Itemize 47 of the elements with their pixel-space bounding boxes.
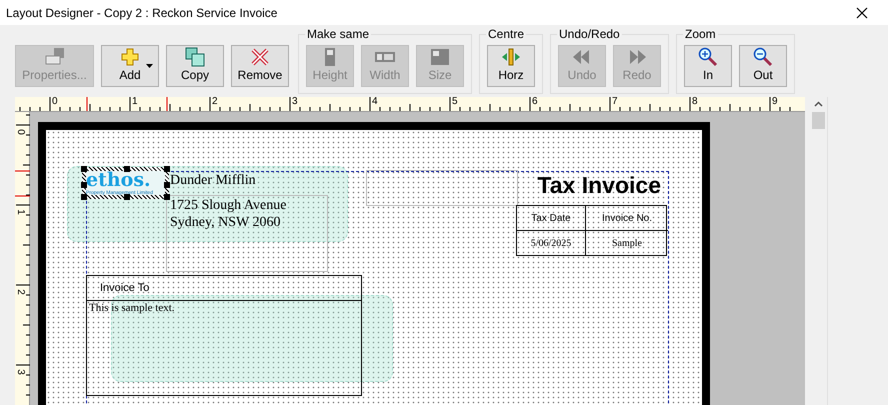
table-cell: 5/06/2025 xyxy=(517,231,586,255)
close-icon[interactable] xyxy=(856,6,868,18)
field-outline[interactable] xyxy=(166,195,328,272)
remove-button[interactable]: Remove xyxy=(231,45,289,87)
ruler-label: 1 xyxy=(15,208,25,216)
group-title: Centre xyxy=(486,27,526,41)
ruler-label: 1 xyxy=(132,97,138,107)
ruler-label: 0 xyxy=(52,97,58,107)
ruler-label: 0 xyxy=(15,128,25,136)
table-header: Tax Date xyxy=(517,206,586,231)
ruler-label: 8 xyxy=(692,97,698,107)
square-block-icon xyxy=(430,46,450,68)
ruler-label: 6 xyxy=(532,97,538,107)
table-cell-text: Sample xyxy=(611,236,643,250)
sample-text: This is sample text. xyxy=(89,302,175,315)
document-title: Tax Invoice xyxy=(537,172,661,198)
zoom-out-button[interactable]: Out xyxy=(739,45,787,87)
ruler-label: 9 xyxy=(772,97,778,107)
ruler-label: 5 xyxy=(452,97,458,107)
cross-icon xyxy=(250,46,270,68)
address-line: 1725 Slough Avenue xyxy=(170,197,286,214)
centre-arrows-icon xyxy=(501,46,521,68)
scroll-thumb[interactable] xyxy=(812,112,825,129)
table-header: Invoice No. xyxy=(586,206,668,231)
ruler-label: 3 xyxy=(292,97,298,107)
group-title: Zoom xyxy=(683,27,718,41)
address-line: Sydney, NSW 2060 xyxy=(170,214,282,231)
group-title: Make same xyxy=(305,27,372,41)
ruler-label: 7 xyxy=(612,97,618,107)
field-outline[interactable] xyxy=(366,170,518,206)
zoom-out-icon xyxy=(753,46,773,68)
tall-block-icon xyxy=(323,46,337,68)
copy-button[interactable]: Copy xyxy=(166,45,224,87)
zoom-in-button[interactable]: In xyxy=(684,45,732,87)
company-name: Dunder Mifflin xyxy=(170,172,256,189)
box-heading: Invoice To xyxy=(100,282,150,294)
add-button[interactable]: Add xyxy=(101,45,159,87)
window-title: Layout Designer - Copy 2 : Reckon Service Invoice xyxy=(6,6,278,20)
ruler-label: 2 xyxy=(212,97,218,107)
group-title: Undo/Redo xyxy=(557,27,622,41)
ruler-label: 2 xyxy=(15,288,25,296)
zoom-in-icon xyxy=(698,46,718,68)
ruler-label: 4 xyxy=(372,97,378,107)
copy-icon xyxy=(184,46,206,68)
horz-button[interactable]: Horz xyxy=(487,45,535,87)
plus-icon xyxy=(120,46,140,68)
ruler-label: 3 xyxy=(15,368,25,376)
